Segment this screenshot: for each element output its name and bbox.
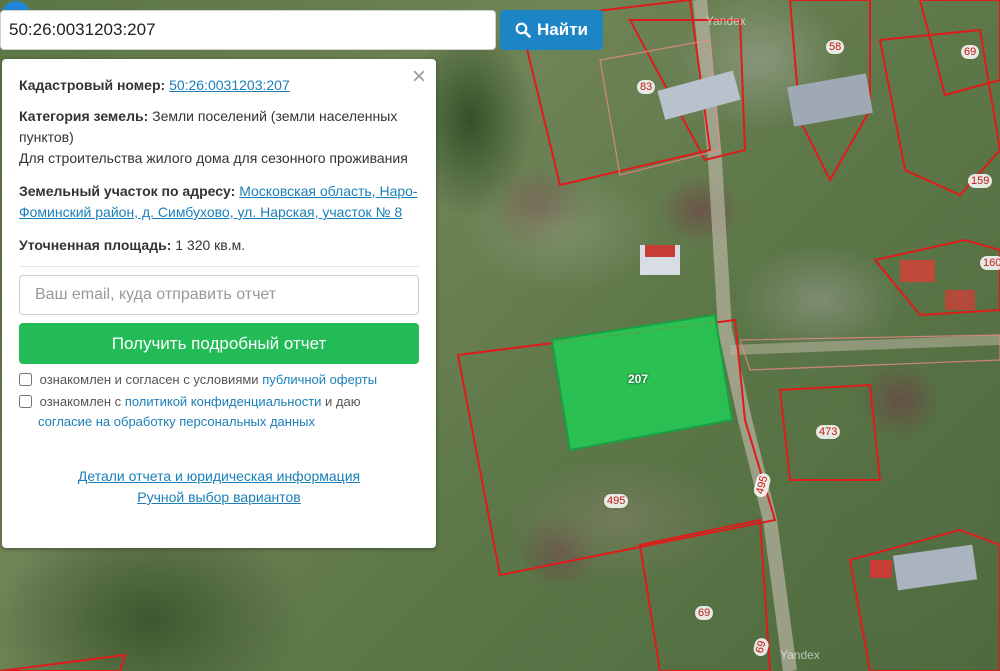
close-icon[interactable]: × — [412, 65, 426, 89]
area-label: Уточненная площадь: — [19, 237, 172, 253]
search-button[interactable]: Найти — [500, 10, 603, 50]
divider — [19, 266, 419, 267]
parcel-label: 58 — [826, 40, 845, 54]
parcel-label: 160 — [980, 256, 1000, 270]
parcel-label: 69 — [961, 45, 980, 59]
privacy-checkbox[interactable] — [19, 395, 32, 408]
privacy-consent-text-a: ознакомлен с — [39, 394, 122, 409]
privacy-policy-link[interactable]: политикой конфиденциальности — [125, 394, 322, 409]
search-button-label: Найти — [537, 20, 588, 39]
parcel-label: 83 — [637, 80, 656, 94]
search-input[interactable] — [1, 11, 495, 49]
cadastral-number-link[interactable]: 50:26:0031203:207 — [169, 77, 290, 93]
area-value: 1 320 кв.м. — [175, 237, 246, 253]
search-box — [0, 10, 496, 50]
report-details-link[interactable]: Детали отчета и юридическая информация — [78, 466, 360, 487]
manual-selection-link[interactable]: Ручной выбор вариантов — [137, 487, 301, 508]
parcel-label: 473 — [816, 425, 841, 439]
parcel-label: 159 — [968, 174, 993, 188]
public-offer-link[interactable]: публичной оферты — [262, 372, 377, 387]
cadastral-row: Кадастровый номер: 50:26:0031203:207 — [19, 75, 419, 96]
yandex-watermark: Yandex — [780, 648, 820, 662]
category-row: Категория земель: Земли поселений (земли… — [19, 106, 419, 169]
area-row: Уточненная площадь: 1 320 кв.м. — [19, 235, 419, 256]
address-row: Земельный участок по адресу: Московская … — [19, 181, 419, 223]
privacy-consent-text-b: и даю — [325, 394, 361, 409]
parcel-label: 495 — [604, 494, 629, 508]
offer-checkbox[interactable] — [19, 373, 32, 386]
privacy-consent: ознакомлен с политикой конфиденциальност… — [19, 392, 419, 432]
offer-consent-text: ознакомлен и согласен с условиями — [39, 372, 259, 387]
email-field[interactable] — [19, 275, 419, 315]
yandex-watermark: Yandex — [706, 14, 746, 28]
parcel-label: 69 — [695, 606, 714, 620]
permitted-use: Для строительства жилого дома для сезонн… — [19, 150, 408, 166]
footer-links: Детали отчета и юридическая информация Р… — [19, 466, 419, 508]
selected-parcel-number: 207 — [628, 372, 649, 386]
parcel-info-panel: × Кадастровый номер: 50:26:0031203:207 К… — [2, 59, 436, 548]
personal-data-consent-link[interactable]: согласие на обработку персональных данны… — [38, 414, 315, 429]
get-report-button[interactable]: Получить подробный отчет — [19, 323, 419, 364]
category-label: Категория земель: — [19, 108, 149, 124]
offer-consent: ознакомлен и согласен с условиями публич… — [19, 370, 419, 390]
search-icon — [515, 22, 531, 38]
cadastral-label: Кадастровый номер: — [19, 77, 166, 93]
address-label: Земельный участок по адресу: — [19, 183, 236, 199]
